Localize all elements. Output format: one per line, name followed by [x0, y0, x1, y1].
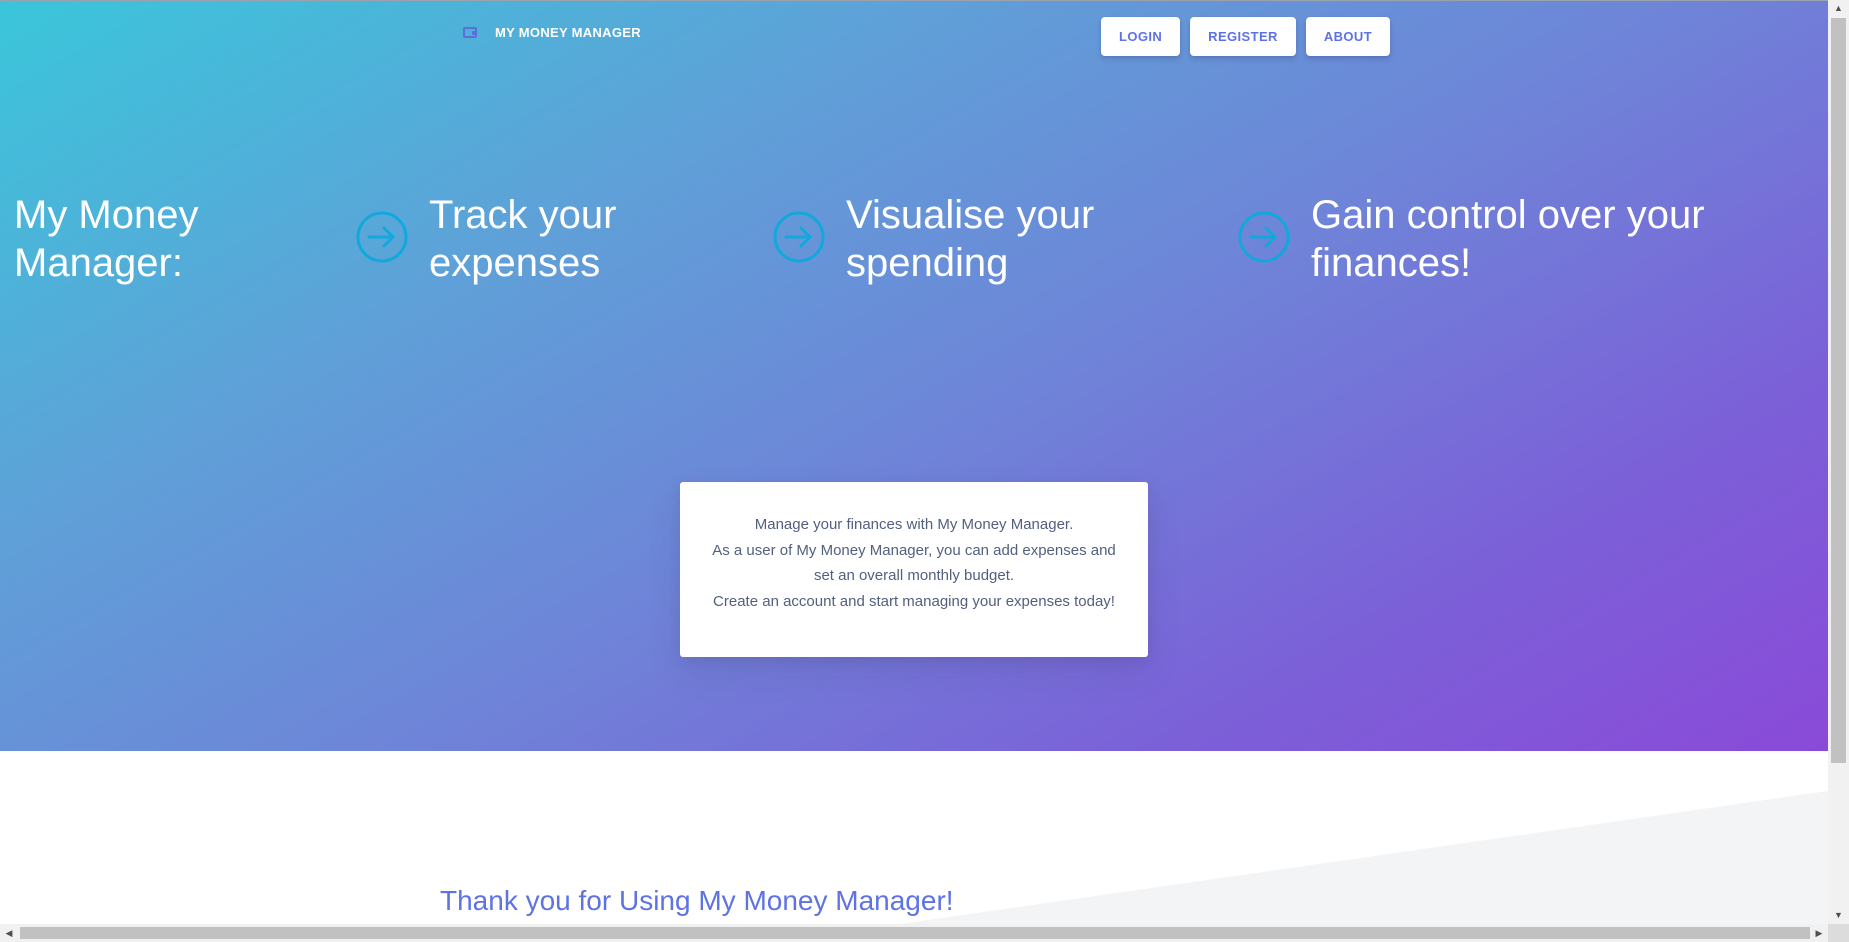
- login-button[interactable]: LOGIN: [1101, 17, 1181, 56]
- brand-name: MY MONEY MANAGER: [495, 25, 641, 40]
- arrow-right-circle-icon: [773, 211, 825, 263]
- about-button[interactable]: ABOUT: [1305, 17, 1391, 56]
- vertical-scroll-thumb[interactable]: [1831, 18, 1846, 763]
- hero-title-line2: Manager:: [14, 241, 183, 285]
- scroll-right-icon[interactable]: ▶: [1810, 924, 1828, 942]
- intro-card: Manage your finances with My Money Manag…: [680, 482, 1148, 657]
- top-nav: LOGIN REGISTER ABOUT: [1101, 17, 1391, 56]
- feature-visualise-line2: spending: [846, 241, 1009, 285]
- feature-track-line1: Track your: [429, 193, 617, 237]
- intro-line2: As a user of My Money Manager, you can a…: [712, 541, 1116, 559]
- scrollbar-corner: [1828, 924, 1849, 942]
- hero-title: My Money Manager:: [14, 191, 199, 287]
- feature-visualise-line1: Visualise your: [846, 193, 1095, 237]
- feature-control: Gain control over your finances!: [1311, 191, 1705, 287]
- register-button[interactable]: REGISTER: [1190, 17, 1296, 56]
- arrow-right-circle-icon: [1238, 211, 1290, 263]
- wallet-icon: [463, 27, 477, 38]
- intro-line4: Create an account and start managing you…: [713, 592, 1115, 610]
- hero-title-line1: My Money: [14, 193, 199, 237]
- feature-control-line1: Gain control over your: [1311, 193, 1705, 237]
- scroll-down-icon[interactable]: ▼: [1828, 907, 1849, 924]
- thanks-heading: Thank you for Using My Money Manager!: [440, 885, 954, 916]
- feature-visualise: Visualise your spending: [846, 191, 1094, 287]
- scroll-left-icon[interactable]: ◀: [0, 924, 18, 942]
- feature-track-line2: expenses: [429, 241, 601, 285]
- intro-line1: Manage your finances with My Money Manag…: [754, 516, 1074, 533]
- horizontal-scroll-thumb[interactable]: [20, 927, 1810, 939]
- feature-track: Track your expenses: [429, 191, 616, 287]
- horizontal-scrollbar[interactable]: ◀ ▶: [0, 924, 1849, 942]
- scroll-up-icon[interactable]: ▲: [1828, 0, 1849, 17]
- vertical-scrollbar[interactable]: ▲ ▼: [1828, 0, 1849, 924]
- intro-line3: set an overall monthly budget.: [813, 567, 1015, 584]
- arrow-right-circle-icon: [356, 211, 408, 263]
- page-viewport: MY MONEY MANAGER LOGIN REGISTER ABOUT My…: [0, 0, 1828, 924]
- feature-control-line2: finances!: [1311, 241, 1472, 285]
- hero-section: MY MONEY MANAGER LOGIN REGISTER ABOUT My…: [0, 0, 1828, 751]
- brand[interactable]: MY MONEY MANAGER: [463, 25, 641, 40]
